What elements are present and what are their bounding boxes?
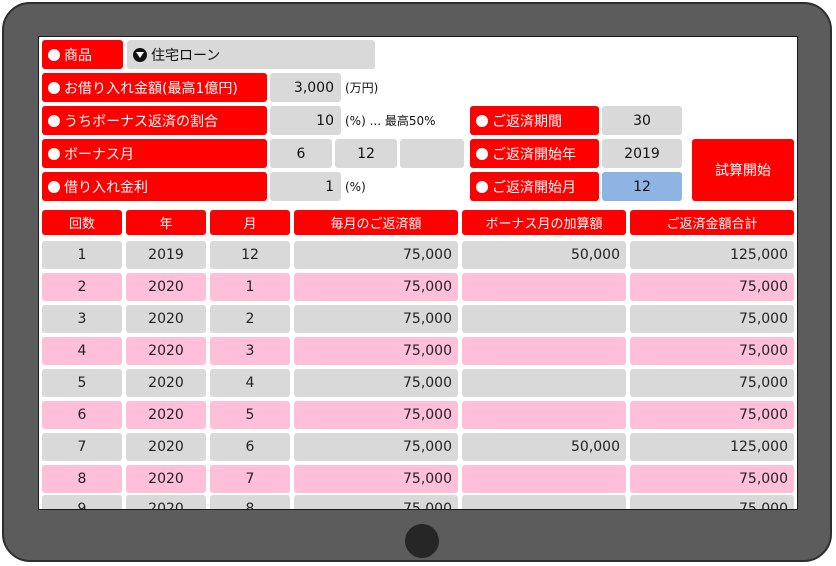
table-cell <box>462 401 626 429</box>
table-cell: 75,000 <box>630 337 794 365</box>
table-cell: 75,000 <box>294 337 458 365</box>
header-total-payment: ご返済金額合計 <box>630 210 794 235</box>
table-cell: 7 <box>42 433 122 461</box>
calculate-button[interactable]: 試算開始 <box>692 139 794 201</box>
interest-label: 借り入れ金利 <box>42 172 267 201</box>
loan-amount-label: お借り入れ金額(最高1億円) <box>42 73 267 102</box>
bonus-month-2-input[interactable]: 12 <box>335 139 397 168</box>
table-cell: 5 <box>42 369 122 397</box>
table-cell: 2020 <box>126 305 206 333</box>
table-cell: 6 <box>210 433 290 461</box>
start-month-label: ご返済開始月 <box>470 172 599 201</box>
table-cell: 8 <box>210 495 290 509</box>
table-cell: 75,000 <box>294 241 458 269</box>
table-cell: 2 <box>210 305 290 333</box>
table-cell: 3 <box>210 337 290 365</box>
table-cell: 50,000 <box>462 241 626 269</box>
table-cell: 75,000 <box>630 495 794 509</box>
table-cell: 5 <box>210 401 290 429</box>
table-cell: 12 <box>210 241 290 269</box>
table-cell: 2020 <box>126 495 206 509</box>
home-button[interactable] <box>405 524 439 558</box>
table-cell: 2020 <box>126 369 206 397</box>
bullet-icon <box>48 180 60 193</box>
table-cell: 75,000 <box>294 401 458 429</box>
table-cell: 75,000 <box>294 465 458 493</box>
table-cell <box>462 495 626 509</box>
table-cell: 75,000 <box>630 273 794 301</box>
start-year-label: ご返済開始年 <box>470 139 599 168</box>
bullet-icon <box>476 180 488 193</box>
table-cell: 125,000 <box>630 241 794 269</box>
header-monthly-payment: 毎月のご返済額 <box>294 210 458 235</box>
bonus-month-1-input[interactable]: 6 <box>270 139 332 168</box>
interest-input[interactable]: 1 <box>270 172 341 201</box>
table-cell: 50,000 <box>462 433 626 461</box>
table-cell: 75,000 <box>630 305 794 333</box>
start-month-input[interactable]: 12 <box>602 172 682 201</box>
table-cell: 4 <box>42 337 122 365</box>
bonus-month-label: ボーナス月 <box>42 139 267 168</box>
table-cell: 125,000 <box>630 433 794 461</box>
product-select[interactable]: 住宅ローン <box>127 40 375 69</box>
table-cell: 3 <box>42 305 122 333</box>
table-cell: 2020 <box>126 273 206 301</box>
bullet-icon <box>48 114 60 127</box>
table-cell: 4 <box>210 369 290 397</box>
table-cell: 75,000 <box>294 433 458 461</box>
header-bonus-addition: ボーナス月の加算額 <box>462 210 626 235</box>
table-cell: 2020 <box>126 465 206 493</box>
table-cell: 75,000 <box>630 401 794 429</box>
table-cell: 75,000 <box>294 273 458 301</box>
table-cell <box>462 465 626 493</box>
loan-amount-unit: (万円) <box>345 81 379 95</box>
bonus-ratio-label: うちボーナス返済の割合 <box>42 106 267 135</box>
interest-unit: (%) <box>345 179 366 194</box>
table-cell: 6 <box>42 401 122 429</box>
table-cell: 1 <box>42 241 122 269</box>
term-label: ご返済期間 <box>470 106 599 135</box>
table-cell: 2020 <box>126 337 206 365</box>
bullet-icon <box>48 147 60 160</box>
header-month: 月 <box>210 210 290 235</box>
bullet-icon <box>476 114 488 127</box>
table-cell: 75,000 <box>630 465 794 493</box>
table-cell: 2020 <box>126 401 206 429</box>
table-cell: 75,000 <box>630 369 794 397</box>
table-cell: 1 <box>210 273 290 301</box>
table-cell: 2020 <box>126 433 206 461</box>
loan-amount-input[interactable]: 3,000 <box>270 73 341 102</box>
table-cell: 2019 <box>126 241 206 269</box>
table-cell: 75,000 <box>294 305 458 333</box>
bullet-icon <box>48 81 60 94</box>
start-year-input[interactable]: 2019 <box>602 139 682 168</box>
table-cell: 75,000 <box>294 495 458 509</box>
product-label: 商品 <box>42 40 123 69</box>
bonus-ratio-input[interactable]: 10 <box>270 106 341 135</box>
chevron-down-icon <box>133 47 147 62</box>
bonus-ratio-note: (%) ... 最高50% <box>345 114 436 128</box>
bullet-icon <box>476 147 488 160</box>
loan-simulator-screen: 商品 住宅ローン お借り入れ金額(最高1億円) 3,000 (万円) うちボーナ… <box>38 36 798 510</box>
table-cell <box>462 337 626 365</box>
header-count: 回数 <box>42 210 122 235</box>
bullet-icon <box>48 48 60 61</box>
table-cell: 8 <box>42 465 122 493</box>
table-cell: 75,000 <box>294 369 458 397</box>
table-cell: 2 <box>42 273 122 301</box>
table-cell: 7 <box>210 465 290 493</box>
table-cell <box>462 273 626 301</box>
table-cell <box>462 369 626 397</box>
term-input[interactable]: 30 <box>602 106 682 135</box>
table-cell: 9 <box>42 495 122 509</box>
table-cell <box>462 305 626 333</box>
header-year: 年 <box>126 210 206 235</box>
bonus-month-3-input[interactable] <box>400 139 464 168</box>
